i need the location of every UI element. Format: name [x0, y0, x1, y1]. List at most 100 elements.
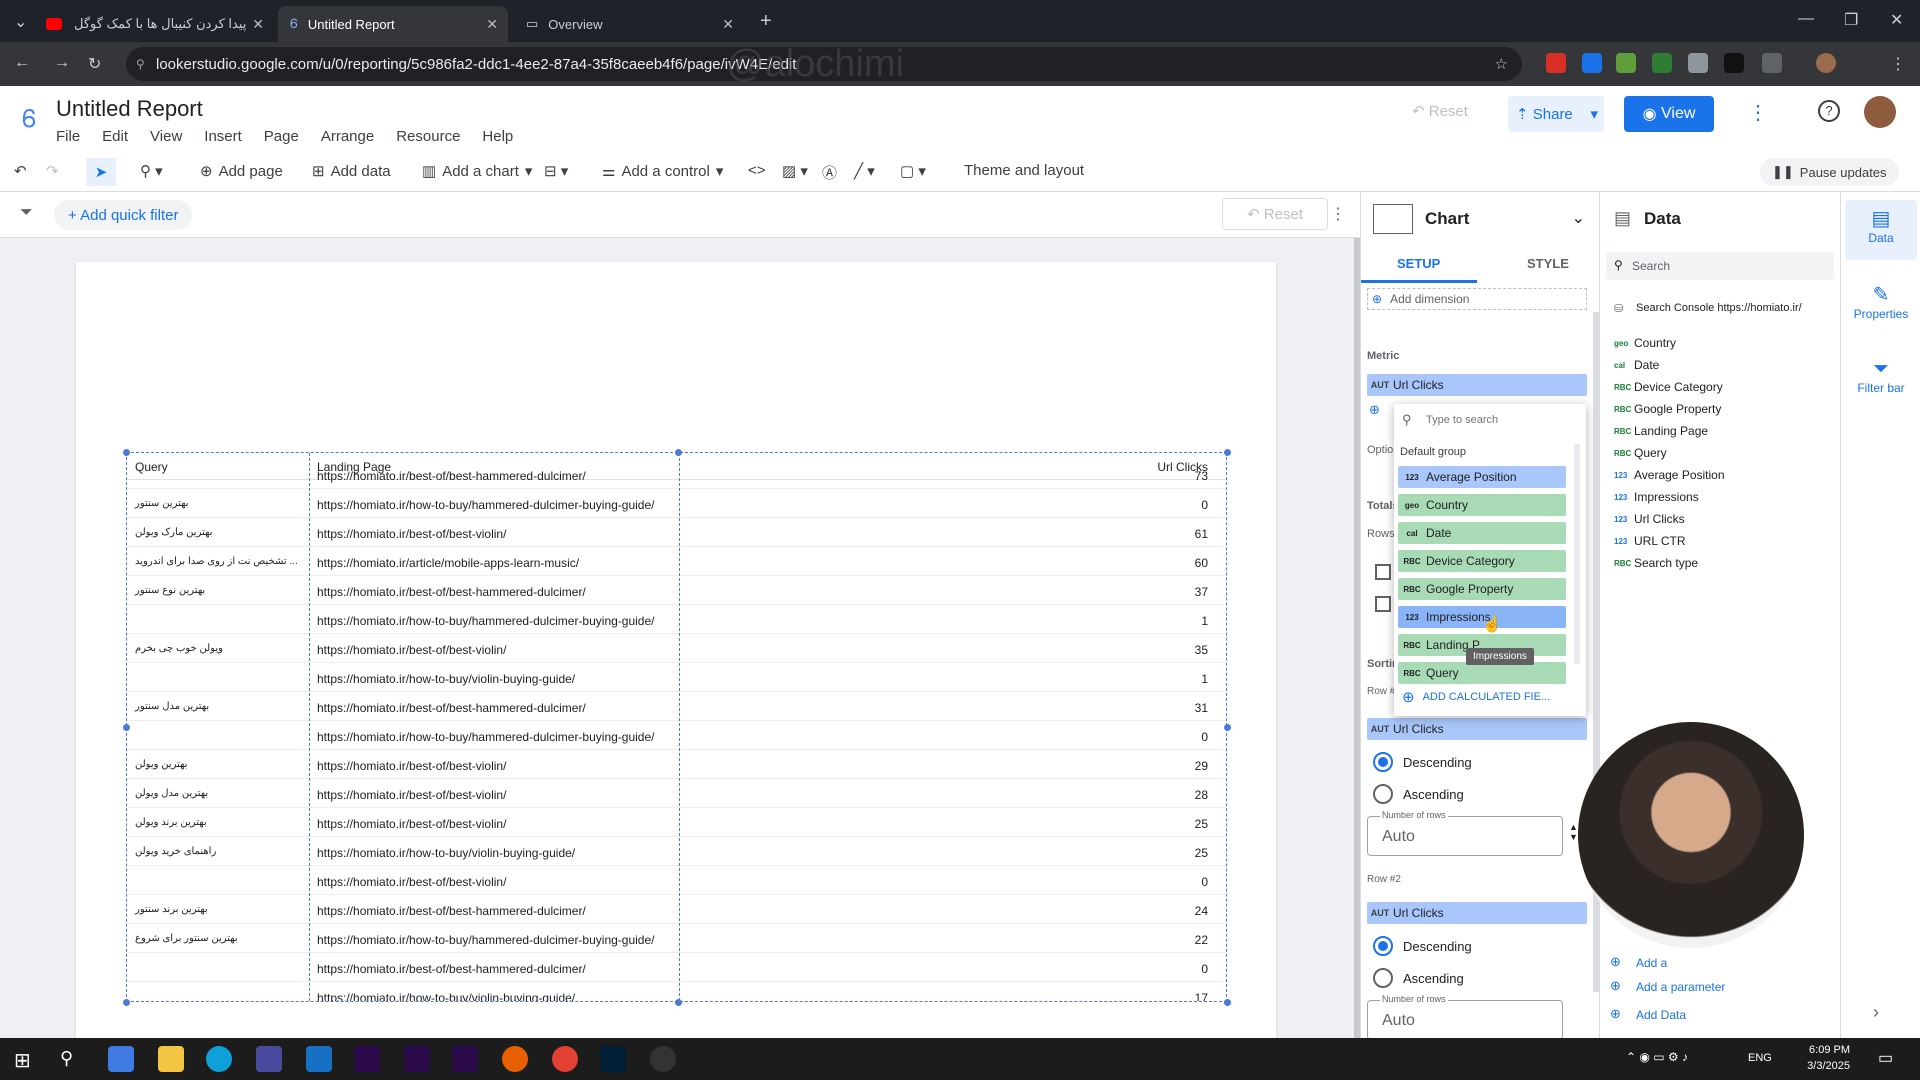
- extension-icon[interactable]: [1652, 53, 1672, 73]
- data-field[interactable]: cal Date: [1614, 358, 1659, 372]
- extension-icon[interactable]: [1688, 53, 1708, 73]
- table-chart[interactable]: Query Landing Page Url Clicks https://ho…: [126, 452, 1227, 1002]
- chrome-icon[interactable]: [552, 1046, 578, 1072]
- site-info-icon[interactable]: ⚲: [136, 57, 145, 71]
- system-tray-icons[interactable]: ⌃ ◉ ▭ ⚙ ♪: [1626, 1050, 1688, 1064]
- add-data-button[interactable]: ⊞ Add data: [312, 162, 391, 181]
- bookmark-star-icon[interactable]: ☆: [1495, 55, 1508, 73]
- tab-list-icon[interactable]: ⌄: [14, 12, 27, 32]
- shape-icon[interactable]: ▢ ▾: [900, 162, 926, 180]
- side-tab-filter-bar[interactable]: ⏷ Filter bar: [1845, 352, 1917, 412]
- close-window-icon[interactable]: ✕: [1890, 10, 1903, 30]
- field-search-box[interactable]: ⚲ Search: [1606, 252, 1834, 280]
- table-row[interactable]: بهترین سنتور https://homiato.ir/how-to-bu…: [127, 489, 1226, 518]
- clock-time[interactable]: 6:09 PM: [1794, 1044, 1850, 1056]
- menu-file[interactable]: File: [56, 128, 80, 145]
- sort-2-ascending-radio[interactable]: [1373, 968, 1393, 988]
- data-field[interactable]: RBC Google Property: [1614, 402, 1721, 416]
- add-quick-filter-button[interactable]: + Add quick filter: [54, 200, 193, 230]
- field-option[interactable]: RBC Device Category: [1398, 550, 1566, 572]
- photoshop-icon[interactable]: [600, 1046, 626, 1072]
- menu-arrange[interactable]: Arrange: [321, 128, 374, 145]
- tab-setup[interactable]: SETUP: [1397, 256, 1440, 271]
- back-icon[interactable]: ←: [14, 54, 30, 72]
- profile-avatar[interactable]: [1816, 53, 1836, 73]
- table-row[interactable]: بهترین سنتور برای شروع https://homiato.ir…: [127, 924, 1226, 953]
- resize-handle[interactable]: [123, 449, 130, 456]
- zoom-icon[interactable]: ⚲ ▾: [140, 162, 163, 180]
- redo-icon[interactable]: ↷: [46, 162, 59, 180]
- menu-help[interactable]: Help: [482, 128, 513, 145]
- menu-view[interactable]: View: [150, 128, 182, 145]
- more-icon[interactable]: ⋮: [1330, 204, 1346, 224]
- data-field[interactable]: 123 Average Position: [1614, 468, 1725, 482]
- add-data-link[interactable]: Add Data: [1636, 1008, 1686, 1022]
- chevron-right-icon[interactable]: ›: [1873, 1002, 1879, 1023]
- store-icon[interactable]: [256, 1046, 282, 1072]
- field-option[interactable]: RBC Query: [1398, 662, 1566, 684]
- add-circle-icon[interactable]: ⊕: [1610, 978, 1621, 994]
- table-row[interactable]: ... تشخیص نت از روی صدا برای اندروید http…: [127, 547, 1226, 576]
- more-options-icon[interactable]: ⋮: [1748, 100, 1768, 125]
- dropdown-scrollbar[interactable]: [1574, 444, 1580, 664]
- metric-chip-url-clicks[interactable]: AUT Url Clicks: [1367, 374, 1587, 396]
- premiere-icon[interactable]: [452, 1046, 478, 1072]
- table-row[interactable]: بهترین مارک ویولن https://homiato.ir/best…: [127, 518, 1226, 547]
- new-tab-icon[interactable]: +: [760, 10, 772, 33]
- minimize-icon[interactable]: —: [1798, 10, 1814, 28]
- sort-2-descending-radio[interactable]: [1373, 936, 1393, 956]
- copilot-icon[interactable]: [108, 1046, 134, 1072]
- text-icon[interactable]: Ⓐ: [822, 162, 837, 183]
- table-row[interactable]: https://homiato.ir/best-of/best-violin/0: [127, 866, 1226, 895]
- sort-1-ascending-radio[interactable]: [1373, 784, 1393, 804]
- looker-studio-logo-icon[interactable]: Ꮾ: [22, 106, 37, 134]
- resize-handle[interactable]: [1224, 724, 1231, 731]
- field-option[interactable]: 123 Average Position: [1398, 466, 1566, 488]
- resize-handle[interactable]: [1224, 999, 1231, 1006]
- table-row[interactable]: https://homiato.ir/how-to-buy/violin-buy…: [127, 663, 1226, 692]
- notifications-icon[interactable]: ▭: [1878, 1048, 1893, 1068]
- data-field[interactable]: RBC Search type: [1614, 556, 1698, 570]
- language-indicator[interactable]: ENG: [1748, 1052, 1772, 1064]
- obs-icon[interactable]: [650, 1046, 676, 1072]
- resize-handle[interactable]: [675, 449, 682, 456]
- add-circle-icon[interactable]: ⊕: [1610, 1006, 1621, 1022]
- table-row[interactable]: https://homiato.ir/best-of/best-hammered…: [127, 460, 1226, 489]
- extensions-puzzle-icon[interactable]: [1762, 53, 1782, 73]
- reload-icon[interactable]: ↻: [88, 54, 101, 74]
- filter-reset-button[interactable]: ↶ Reset: [1222, 198, 1328, 230]
- clock-date[interactable]: 3/3/2025: [1794, 1060, 1850, 1072]
- add-circle-icon[interactable]: ⊕: [1610, 954, 1621, 970]
- add-dimension-button[interactable]: ⊕ Add dimension: [1367, 288, 1587, 310]
- table-row[interactable]: بهترین برند سنتور https://homiato.ir/best…: [127, 895, 1226, 924]
- menu-edit[interactable]: Edit: [102, 128, 128, 145]
- data-field[interactable]: 123 Impressions: [1614, 490, 1699, 504]
- forward-icon[interactable]: →: [54, 54, 70, 72]
- reset-button[interactable]: ↶ Reset: [1412, 102, 1468, 120]
- filter-icon[interactable]: ⏷: [20, 204, 33, 222]
- field-option[interactable]: geo Country: [1398, 494, 1566, 516]
- table-chart-type-icon[interactable]: [1373, 204, 1413, 234]
- side-tab-properties[interactable]: ✎ Properties: [1845, 276, 1917, 336]
- table-row[interactable]: ویولن خوب چی بخرم https://homiato.ir/best…: [127, 634, 1226, 663]
- extension-icon[interactable]: [1724, 53, 1744, 73]
- menu-page[interactable]: Page: [264, 128, 299, 145]
- windows-start-icon[interactable]: ⊞: [14, 1048, 31, 1073]
- data-source-name[interactable]: Search Console https://homiato.ir/: [1636, 302, 1802, 314]
- report-title[interactable]: Untitled Report: [56, 96, 203, 122]
- undo-icon[interactable]: ↶: [14, 162, 27, 180]
- resize-handle[interactable]: [123, 999, 130, 1006]
- column-divider[interactable]: [309, 453, 310, 1001]
- browser-tab-1[interactable]: پیدا کردن کنیبال ها با کمک گوگل ✕: [34, 6, 274, 42]
- data-field[interactable]: RBC Landing Page: [1614, 424, 1708, 438]
- extension-icon[interactable]: [1616, 53, 1636, 73]
- sort-2-rows-field[interactable]: Number of rows Auto: [1367, 994, 1563, 1038]
- url-field[interactable]: ⚲ lookerstudio.google.com/u/0/reporting/…: [126, 43, 1522, 85]
- file-explorer-icon[interactable]: [158, 1046, 184, 1072]
- community-viz-icon[interactable]: ⊟ ▾: [544, 162, 568, 180]
- help-icon[interactable]: ?: [1818, 100, 1840, 122]
- extension-icon[interactable]: [1582, 53, 1602, 73]
- menu-resource[interactable]: Resource: [396, 128, 460, 145]
- sort-1-rows-field[interactable]: Number of rows Auto: [1367, 810, 1563, 856]
- data-field[interactable]: RBC Query: [1614, 446, 1667, 460]
